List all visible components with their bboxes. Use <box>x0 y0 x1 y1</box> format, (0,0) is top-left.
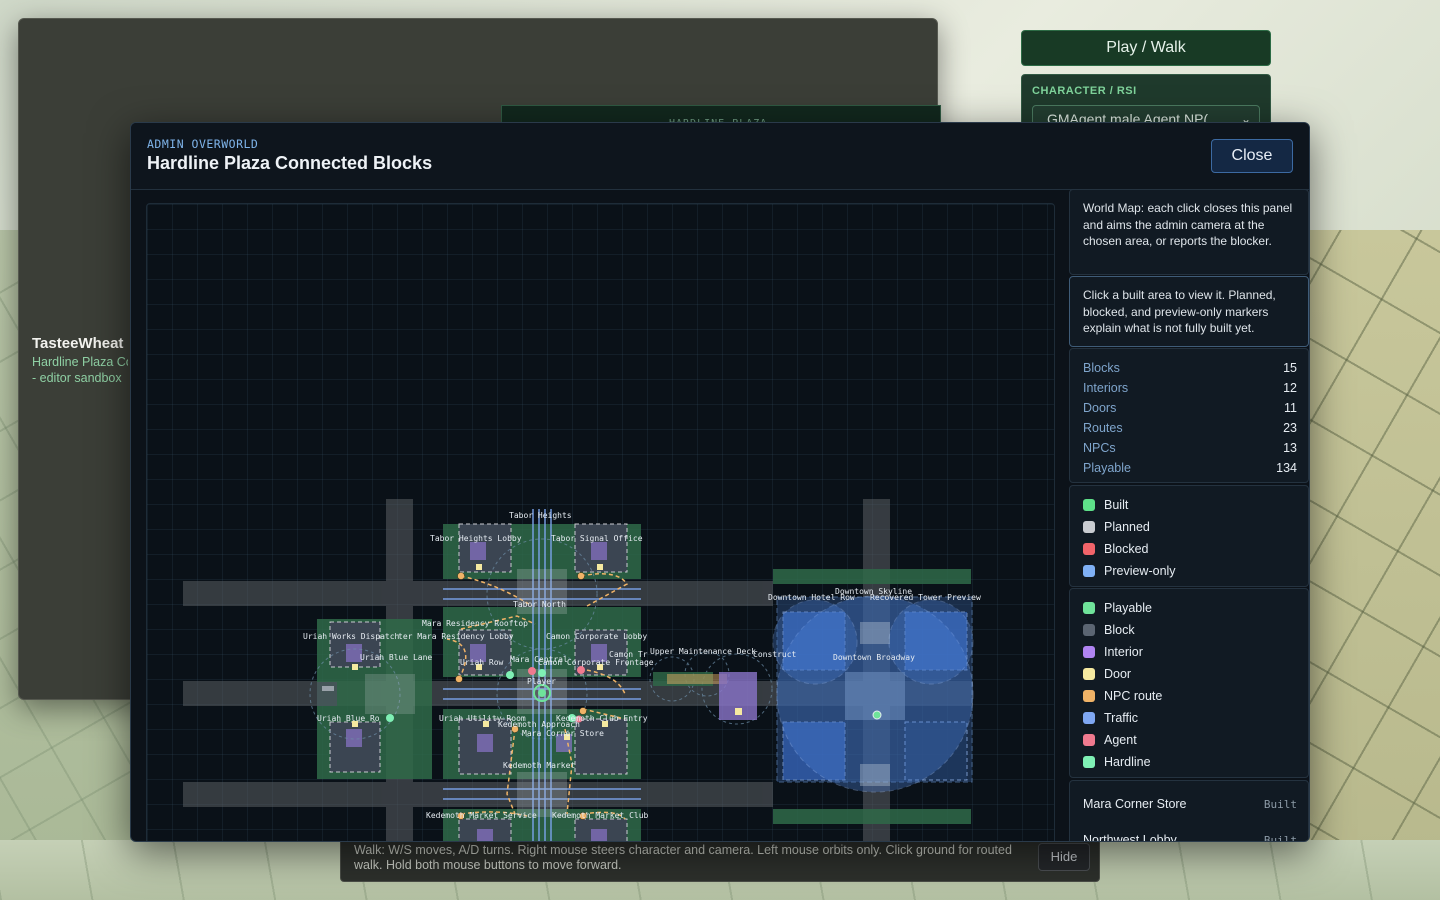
area-row-mara-corner-store[interactable]: Mara Corner Store Built <box>1083 797 1297 821</box>
interior-kedemoth-club[interactable] <box>574 718 628 775</box>
label-tabor-north: Tabor North <box>513 600 566 609</box>
label-downtown-broadway: Downtown Broadway <box>833 653 915 662</box>
stat-row-playable: Playable 134 <box>1083 461 1297 475</box>
world-map[interactable]: Tabor Heights Tabor Heights Lobby Tabor … <box>146 203 1055 842</box>
layer-legend-card: Playable Block Interior Door NPC route T… <box>1069 588 1309 778</box>
user-name: TasteeWheat <box>32 335 124 352</box>
hint-note-card: Click a built area to view it. Planned, … <box>1069 276 1309 347</box>
block-downtown-north[interactable] <box>773 569 971 584</box>
ground-floor-right <box>1300 230 1440 900</box>
label-kedemoth-market-service: Kedemoth Market Service <box>426 811 537 820</box>
label-player: Player <box>527 677 556 686</box>
label-recovered-tower-preview: Recovered Tower Preview <box>870 593 981 602</box>
legend-planned: Planned <box>1083 520 1297 542</box>
close-button[interactable]: Close <box>1211 139 1293 173</box>
legend-blocked: Blocked <box>1083 542 1297 564</box>
label-tabor-signal-office: Tabor Signal Office <box>551 534 643 543</box>
legend-block: Block <box>1083 623 1297 645</box>
label-uriah-works-dispatch: Uriah Works Dispatch <box>303 632 400 641</box>
walk-help-text: Walk: W/S moves, A/D turns. Right mouse … <box>354 843 1012 872</box>
stat-row-interiors: Interiors 12 <box>1083 381 1297 395</box>
swatch-npc-route <box>1083 690 1095 702</box>
character-label: CHARACTER / RSI <box>1032 85 1137 97</box>
stats-card: Blocks 15 Interiors 12 Doors 11 Routes 23 NP… <box>1069 348 1309 483</box>
label-upper-maintenance-deck: Upper Maintenance Deck <box>650 647 756 656</box>
swatch-preview-only <box>1083 565 1095 577</box>
world-map-note-card: World Map: each click closes this panel … <box>1069 189 1309 275</box>
label-camon-corporate-lobby: Camon Corporate Lobby <box>546 632 647 641</box>
swatch-block <box>1083 624 1095 636</box>
label-construct: Construct <box>753 650 797 659</box>
label-mara-residency-lobby: ter Mara Residency Lobby <box>398 632 514 641</box>
label-tabor-heights-lobby: Tabor Heights Lobby <box>430 534 522 543</box>
modal-title: Hardline Plaza Connected Blocks <box>147 153 433 173</box>
swatch-hardline <box>1083 756 1095 768</box>
swatch-built <box>1083 499 1095 511</box>
swatch-playable <box>1083 602 1095 614</box>
play-walk-button[interactable]: Play / Walk <box>1021 30 1271 66</box>
swatch-agent <box>1083 734 1095 746</box>
block-downtown-south[interactable] <box>773 809 971 824</box>
legend-built: Built <box>1083 498 1297 520</box>
road-north <box>183 581 773 606</box>
map-sidebar: World Map: each click closes this panel … <box>1069 189 1309 841</box>
area-list-card: Mara Corner Store Built Northwest Lobby Bu… <box>1069 780 1309 841</box>
legend-npc-route: NPC route <box>1083 689 1297 711</box>
legend-door: Door <box>1083 667 1297 689</box>
stat-row-npcs: NPCs 13 <box>1083 441 1297 455</box>
hint-note: Click a built area to view it. Planned, … <box>1083 288 1276 335</box>
legend-traffic: Traffic <box>1083 711 1297 733</box>
world-map-canvas[interactable]: Tabor Heights Tabor Heights Lobby Tabor … <box>147 204 1055 842</box>
user-subtitle: Hardline Plaza Co - editor sandbox <box>32 355 128 385</box>
label-mara-residency-rooftop: Mara Residency Rooftop <box>422 619 528 628</box>
label-uriah-row: Uriah Row <box>460 658 504 667</box>
label-kedemoth-club-entry: Kedemoth Club Entry <box>556 714 648 723</box>
label-kedemoth-market-club: Kedemoth Market Club <box>552 811 649 820</box>
label-camon-transit: Camon Tr <box>609 650 648 659</box>
label-kedemoth-market: Kedemoth Market <box>503 761 575 770</box>
legend-preview-only: Preview-only <box>1083 564 1297 586</box>
status-legend-card: Built Planned Blocked Preview-only <box>1069 485 1309 587</box>
stat-row-blocks: Blocks 15 <box>1083 361 1297 375</box>
legend-playable: Playable <box>1083 601 1297 623</box>
admin-overworld-modal: ADMIN OVERWORLD Hardline Plaza Connected… <box>130 122 1310 842</box>
swatch-interior <box>1083 646 1095 658</box>
label-mara-corner-store: Mara Corner Store <box>522 729 604 738</box>
hide-button[interactable]: Hide <box>1038 843 1090 871</box>
label-tabor-heights: Tabor Heights <box>509 511 572 520</box>
swatch-planned <box>1083 521 1095 533</box>
swatch-traffic <box>1083 712 1095 724</box>
label-uriah-blue-lane: Uriah Blue Lane <box>360 653 432 662</box>
modal-eyebrow: ADMIN OVERWORLD <box>147 137 259 151</box>
stat-row-routes: Routes 23 <box>1083 421 1297 435</box>
swatch-blocked <box>1083 543 1095 555</box>
area-row-northwest-lobby[interactable]: Northwest Lobby Built <box>1083 833 1297 841</box>
legend-agent: Agent <box>1083 733 1297 755</box>
swatch-door <box>1083 668 1095 680</box>
legend-interior: Interior <box>1083 645 1297 667</box>
legend-hardline: Hardline <box>1083 755 1297 777</box>
label-camon-corporate-frontage: Camon Corporate Frontage <box>538 658 654 667</box>
label-downtown-hotel-row: Downtown Hotel Row <box>768 593 855 602</box>
downtown-preview-district[interactable] <box>772 595 974 793</box>
label-uriah-blue-row: Uriah Blue Ro <box>317 714 380 723</box>
world-map-note: World Map: each click closes this panel … <box>1083 201 1293 248</box>
stat-row-doors: Doors 11 <box>1083 401 1297 415</box>
road-south <box>183 782 773 807</box>
modal-header: ADMIN OVERWORLD Hardline Plaza Connected… <box>131 123 1309 190</box>
